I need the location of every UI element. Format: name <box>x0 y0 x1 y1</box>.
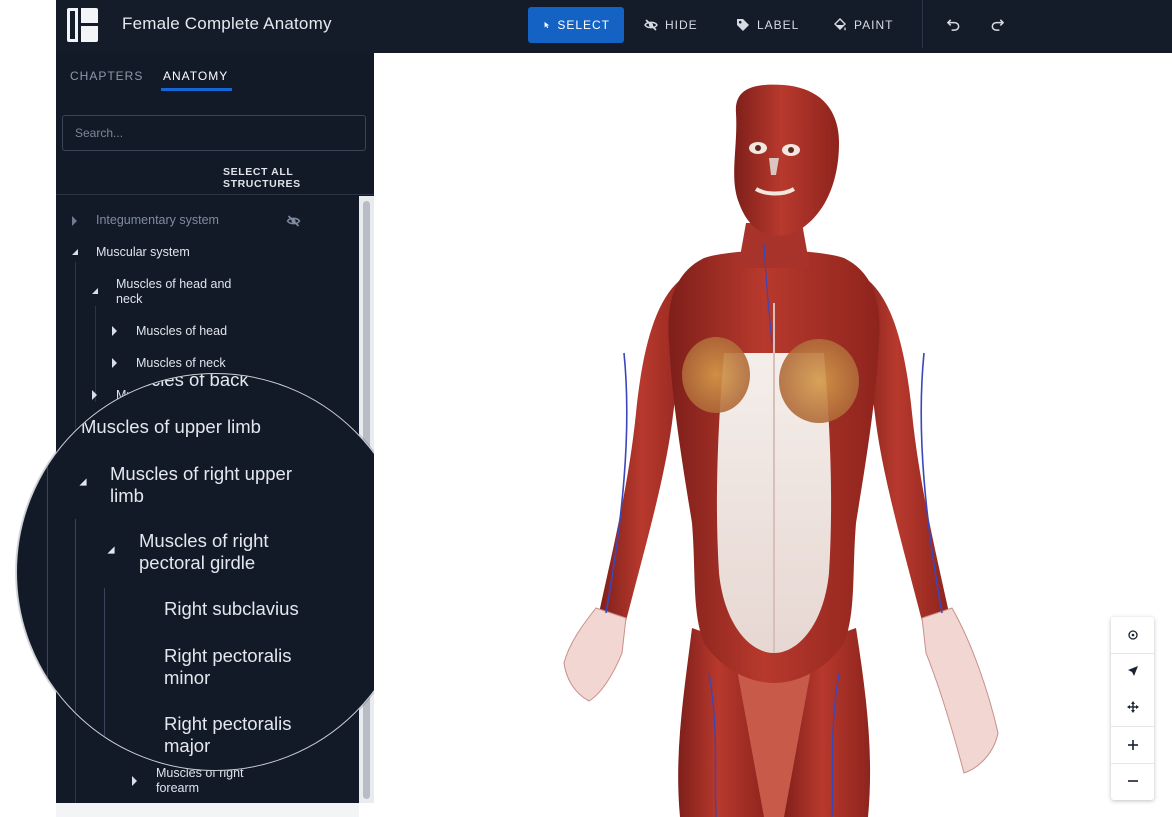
tree-item-integumentary-system[interactable]: Integumentary system <box>70 213 330 229</box>
tag-icon <box>737 19 749 31</box>
app-window: Female Complete Anatomy SELECT HIDE LABE… <box>0 0 1172 817</box>
tree-item-label: Integumentary system <box>96 213 219 227</box>
recenter-button[interactable] <box>1111 617 1154 653</box>
app-title: Female Complete Anatomy <box>122 14 332 33</box>
select-tool-button[interactable]: SELECT <box>528 7 624 43</box>
magnified-item-muscles-of-back: Muscles of back <box>116 373 249 390</box>
select-all-structures-button[interactable]: SELECT ALL STRUCTURES <box>223 166 374 190</box>
magnified-item-muscles-of-upper-limb[interactable]: Muscles of upper limb <box>81 416 261 438</box>
caret-down-icon <box>107 546 115 554</box>
magnified-item-right-pectoralis-major[interactable]: Right pectoralis major <box>164 713 314 757</box>
magnified-item-label: Muscles of right upper limb <box>110 463 293 506</box>
target-icon <box>1127 630 1138 640</box>
hide-tool-button[interactable]: HIDE <box>630 7 712 43</box>
tree-item-muscles-of-head-and-neck[interactable]: Muscles of head and neck <box>90 277 250 309</box>
caret-right-icon <box>132 776 137 786</box>
undo-icon <box>946 18 959 31</box>
label-tool-button[interactable]: LABEL <box>722 7 813 43</box>
tree-item-label: Muscles of neck <box>136 356 226 370</box>
sidebar-footer <box>56 803 359 817</box>
3d-viewer[interactable] <box>374 53 1172 817</box>
caret-down-icon <box>79 478 87 486</box>
caret-right-icon <box>92 390 97 400</box>
tree-guide-line <box>47 374 48 770</box>
caret-right-icon <box>112 326 117 336</box>
hide-tool-label: HIDE <box>665 18 698 32</box>
move-button[interactable] <box>1111 689 1154 725</box>
redo-icon <box>991 18 1004 31</box>
search-input[interactable] <box>62 115 366 151</box>
tree-item-label: Muscles of head and neck <box>116 277 232 306</box>
active-tab-indicator <box>161 88 232 91</box>
sidebar-divider <box>56 194 374 195</box>
female-muscular-figure[interactable] <box>374 53 1172 817</box>
zoom-out-button[interactable] <box>1111 763 1154 799</box>
caret-right-icon <box>112 358 117 368</box>
zoom-in-icon <box>1127 740 1138 750</box>
magnifier-lens: Muscles of back Muscles of upper limb Mu… <box>16 373 414 771</box>
toolbar-divider <box>922 0 923 48</box>
tree-guide-line <box>104 588 105 770</box>
move-icon <box>1126 701 1139 713</box>
paint-tool-button[interactable]: PAINT <box>819 7 907 43</box>
caret-down-icon <box>92 288 98 294</box>
tab-anatomy[interactable]: ANATOMY <box>163 69 228 83</box>
caret-right-icon <box>72 216 77 226</box>
navigate-icon <box>1127 666 1138 676</box>
tree-item-label: Muscles of head <box>136 324 228 338</box>
eye-off-icon <box>644 19 658 31</box>
redo-button[interactable] <box>988 14 1006 34</box>
cursor-icon <box>544 21 550 29</box>
select-tool-label: SELECT <box>557 18 610 32</box>
magnified-item-right-pectoralis-minor[interactable]: Right pectoralis minor <box>164 645 314 689</box>
view-navigation-controls <box>1111 617 1154 800</box>
eye-off-icon[interactable] <box>286 214 301 228</box>
tree-guide-line <box>75 519 76 770</box>
app-logo-icon <box>67 8 98 42</box>
magnified-item-label: Muscles of right pectoral girdle <box>139 530 269 573</box>
zoom-in-button[interactable] <box>1111 727 1154 763</box>
undo-button[interactable] <box>944 14 962 34</box>
navigate-button[interactable] <box>1111 653 1154 689</box>
tree-item-muscles-of-neck[interactable]: Muscles of neck <box>110 356 310 372</box>
caret-down-icon <box>72 249 78 255</box>
label-tool-label: LABEL <box>757 18 800 32</box>
tree-item-muscular-system[interactable]: Muscular system <box>70 245 330 261</box>
tree-item-muscles-of-head[interactable]: Muscles of head <box>110 324 310 340</box>
paint-bucket-icon <box>834 18 846 31</box>
paint-tool-label: PAINT <box>854 18 894 32</box>
tree-item-label: Muscular system <box>96 245 190 259</box>
zoom-out-icon <box>1127 780 1138 782</box>
tab-chapters[interactable]: CHAPTERS <box>70 69 143 83</box>
magnified-item-right-subclavius[interactable]: Right subclavius <box>164 598 299 620</box>
